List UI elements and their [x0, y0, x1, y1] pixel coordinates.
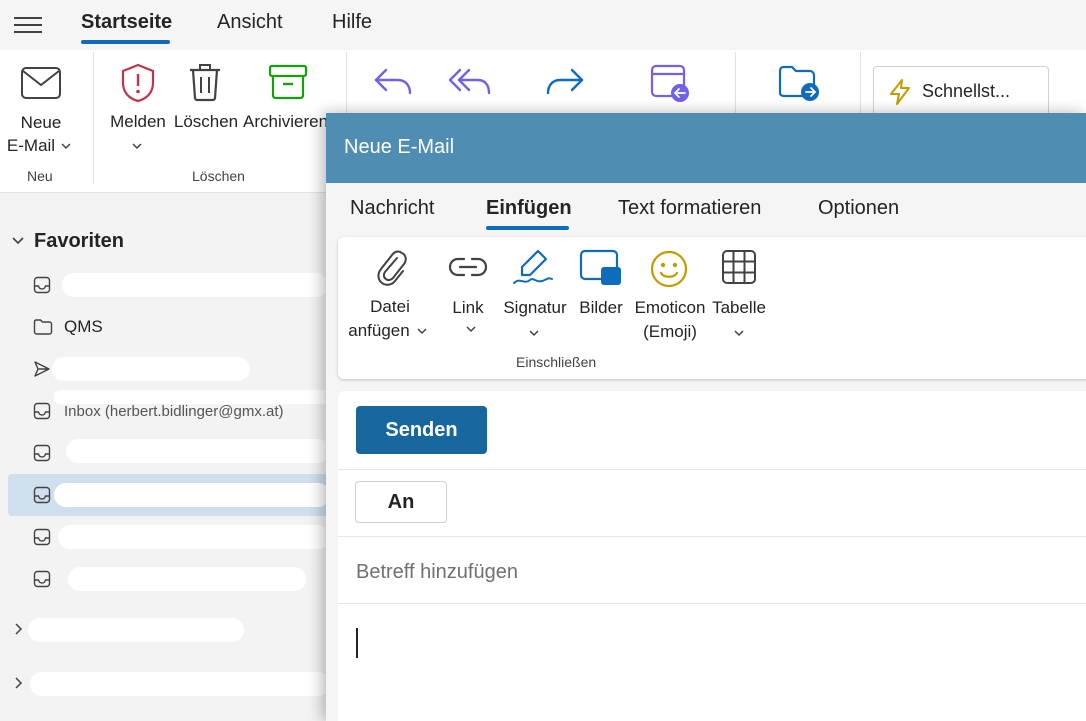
- redacted-account-name[interactable]: [30, 672, 330, 696]
- insert-ribbon: Datei anfügen Link Signatur Bilder Emoti…: [338, 237, 1086, 379]
- top-menu-bar: Startseite Ansicht Hilfe: [0, 0, 1086, 50]
- table-icon: [722, 250, 756, 284]
- group-label-delete: Löschen: [192, 168, 245, 184]
- emoticon-label-1: Emoticon: [634, 298, 706, 317]
- inbox-icon: [33, 528, 51, 546]
- favorites-header[interactable]: Favoriten: [34, 230, 124, 253]
- quick-steps-label: Schnellst...: [922, 81, 1011, 101]
- folder-item[interactable]: [8, 558, 330, 600]
- table-label: Tabelle: [712, 298, 766, 317]
- trash-icon: [190, 64, 220, 102]
- new-mail-label-2: E-Mail: [6, 136, 56, 155]
- ribbon-divider: [93, 52, 94, 184]
- chevron-down-icon[interactable]: [465, 323, 477, 335]
- chevron-right-icon[interactable]: [12, 676, 24, 690]
- lightning-icon: [890, 79, 910, 105]
- redacted-folder-name: [68, 567, 306, 591]
- chevron-down-icon[interactable]: [11, 234, 25, 248]
- text-cursor[interactable]: [356, 628, 358, 658]
- tab-optionen[interactable]: Optionen: [818, 197, 899, 220]
- divider: [338, 603, 1086, 604]
- new-mail-label-1: Neue: [20, 113, 62, 132]
- folder-pane: Favoriten QMS Inbox (herbert.bidlinger@g…: [0, 194, 330, 721]
- folder-item[interactable]: [8, 432, 330, 474]
- archive-label: Archivieren: [243, 112, 329, 131]
- inbox-icon: [33, 486, 51, 504]
- inbox-icon: [33, 402, 51, 420]
- chevron-down-icon[interactable]: [733, 327, 745, 339]
- folder-item[interactable]: [8, 516, 330, 558]
- chevron-down-icon[interactable]: [416, 325, 428, 337]
- chevron-down-icon[interactable]: [60, 140, 72, 152]
- picture-icon: [579, 249, 621, 285]
- folder-item-sent[interactable]: [8, 348, 330, 390]
- delete-label: Löschen: [173, 112, 239, 131]
- mail-editor: Senden An Betreff hinzufügen: [338, 391, 1086, 721]
- link-label: Link: [452, 298, 484, 317]
- chevron-down-icon[interactable]: [131, 140, 143, 152]
- folder-item-inbox-account[interactable]: Inbox (herbert.bidlinger@gmx.at): [8, 390, 330, 432]
- compose-title: Neue E-Mail: [344, 136, 455, 158]
- inbox-icon: [33, 570, 51, 588]
- tab-hilfe[interactable]: Hilfe: [332, 11, 372, 34]
- attach-label-1: Datei: [370, 297, 410, 316]
- tab-nachricht[interactable]: Nachricht: [350, 197, 434, 220]
- folder-label-partial: Inbox (herbert.bidlinger@gmx.at): [64, 403, 284, 420]
- group-label-include: Einschließen: [516, 354, 597, 370]
- inbox-icon: [33, 444, 51, 462]
- attach-label-2: anfügen: [348, 321, 410, 340]
- redacted-folder-name: [54, 483, 330, 507]
- send-button[interactable]: Senden: [356, 406, 487, 454]
- redacted-folder-name: [54, 390, 330, 404]
- tab-ansicht[interactable]: Ansicht: [217, 11, 283, 34]
- redacted-folder-name: [58, 525, 330, 549]
- pictures-label: Bilder: [579, 298, 623, 317]
- subject-input[interactable]: Betreff hinzufügen: [356, 561, 518, 584]
- tab-startseite[interactable]: Startseite: [81, 11, 172, 34]
- calendar-reply-icon[interactable]: [650, 63, 694, 103]
- shield-icon: [121, 63, 155, 103]
- smiley-icon: [650, 250, 688, 288]
- report-label: Melden: [110, 112, 166, 131]
- folder-icon: [33, 319, 53, 335]
- folder-item-inbox[interactable]: [8, 264, 330, 306]
- paperclip-icon: [377, 250, 407, 286]
- group-label-new: Neu: [27, 168, 53, 184]
- folder-item-selected[interactable]: [8, 474, 330, 516]
- quick-steps-button[interactable]: Schnellst...: [873, 66, 1049, 116]
- inbox-icon: [33, 276, 51, 294]
- archive-icon: [268, 64, 308, 100]
- redacted-account-name[interactable]: [28, 618, 244, 642]
- to-button[interactable]: An: [355, 481, 447, 523]
- compose-title-bar: Neue E-Mail: [326, 113, 1086, 183]
- active-tab-indicator: [81, 40, 170, 44]
- divider: [338, 469, 1086, 470]
- send-icon: [34, 361, 50, 377]
- redacted-folder-name: [66, 439, 330, 463]
- redacted-folder-name: [52, 357, 250, 381]
- chevron-right-icon[interactable]: [12, 622, 24, 636]
- active-tab-indicator: [486, 226, 569, 230]
- tab-einfuegen[interactable]: Einfügen: [486, 197, 572, 220]
- move-to-folder-icon[interactable]: [778, 63, 822, 103]
- reply-icon[interactable]: [372, 66, 414, 98]
- signature-icon: [513, 249, 553, 284]
- compose-window: Neue E-Mail Nachricht Einfügen Text form…: [326, 113, 1086, 721]
- reply-all-icon[interactable]: [448, 66, 492, 98]
- link-icon: [448, 257, 488, 277]
- chevron-down-icon[interactable]: [528, 327, 540, 339]
- hamburger-menu-icon[interactable]: [14, 12, 42, 36]
- mail-icon: [21, 67, 61, 99]
- folder-label-qms: QMS: [64, 317, 103, 336]
- signature-label: Signatur: [503, 298, 567, 317]
- emoticon-label-2: (Emoji): [643, 322, 697, 341]
- redacted-folder-name: [62, 273, 328, 297]
- forward-icon[interactable]: [544, 66, 586, 98]
- folder-item-qms[interactable]: QMS: [8, 306, 330, 348]
- divider: [338, 536, 1086, 537]
- tab-text-formatieren[interactable]: Text formatieren: [618, 197, 761, 220]
